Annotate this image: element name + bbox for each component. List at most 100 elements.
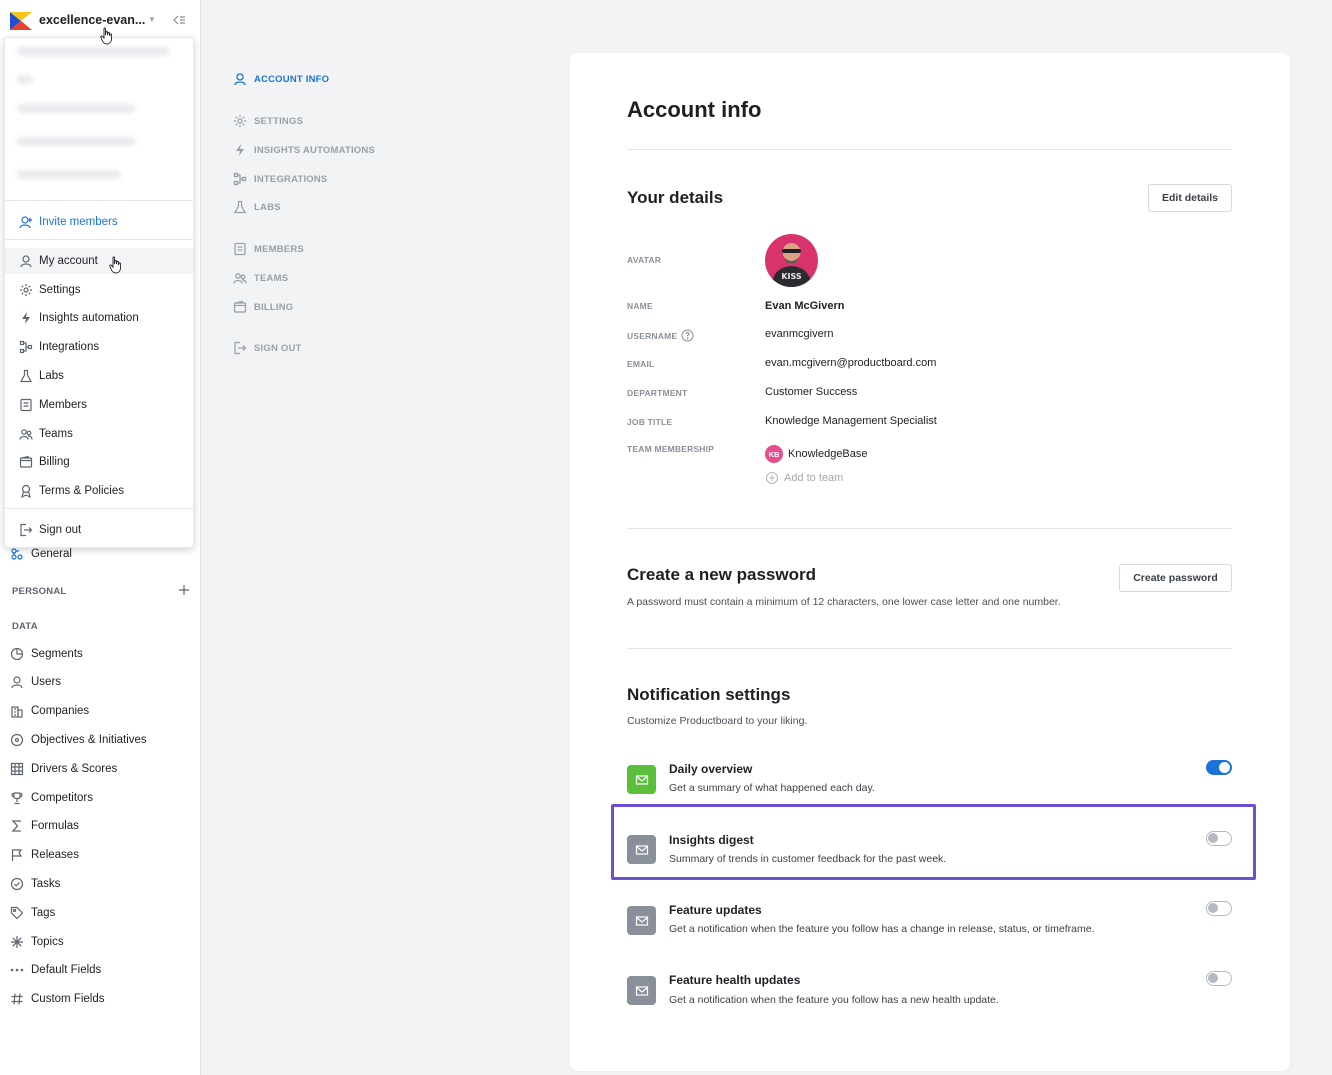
highlight-box xyxy=(611,804,1256,880)
collapse-sidebar-icon[interactable] xyxy=(172,13,186,27)
help-icon[interactable] xyxy=(681,329,694,342)
sidebar-item-label: Users xyxy=(31,676,62,688)
menu-divider xyxy=(5,508,193,509)
notification-description: Get a notification when the feature you … xyxy=(669,923,1095,935)
divider xyxy=(627,149,1232,150)
settings-nav-insights-automations[interactable]: INSIGHTS AUTOMATIONS xyxy=(233,142,375,158)
menu-item-members[interactable]: Members xyxy=(5,392,193,418)
add-personal-view-icon[interactable] xyxy=(178,584,190,596)
feature-updates-toggle[interactable] xyxy=(1206,901,1232,916)
sidebar-item-releases[interactable]: Releases xyxy=(10,844,79,866)
notification-title: Feature updates xyxy=(669,903,762,917)
sidebar-item-formulas[interactable]: Formulas xyxy=(10,815,79,837)
sidebar-item-label: Drivers & Scores xyxy=(31,763,118,775)
sidebar-item-companies[interactable]: Companies xyxy=(10,700,89,722)
add-circle-icon xyxy=(765,471,779,485)
settings-nav-label: SETTINGS xyxy=(254,115,304,127)
menu-item-settings[interactable]: Settings xyxy=(5,277,193,303)
workspace-name: excellence-evan... xyxy=(39,13,146,27)
sidebar-item-default-fields[interactable]: Default Fields xyxy=(10,959,101,981)
settings-nav-label: INSIGHTS AUTOMATIONS xyxy=(254,144,375,156)
team-name: KnowledgeBase xyxy=(788,448,868,460)
building-icon xyxy=(11,706,23,718)
add-user-icon xyxy=(19,216,32,229)
menu-item-integrations[interactable]: Integrations xyxy=(5,334,193,360)
sidebar-item-drivers[interactable]: Drivers & Scores xyxy=(10,758,117,780)
mail-icon xyxy=(627,906,656,935)
tag-icon xyxy=(10,906,24,920)
settings-nav-labs[interactable]: LABS xyxy=(233,199,281,215)
members-icon xyxy=(20,398,32,412)
sidebar-item-label: Topics xyxy=(31,936,64,948)
user-icon xyxy=(11,676,23,689)
sidebar-item-objectives[interactable]: Objectives & Initiatives xyxy=(10,729,147,751)
settings-nav-label: ACCOUNT INFO xyxy=(254,73,330,85)
settings-nav-account-info[interactable]: ACCOUNT INFO xyxy=(233,71,329,87)
create-password-heading: Create a new password xyxy=(627,565,816,584)
daily-overview-toggle[interactable] xyxy=(1206,760,1232,775)
sidebar-item-label: Default Fields xyxy=(31,964,102,976)
divider xyxy=(627,528,1232,529)
sidebar-item-users[interactable]: Users xyxy=(10,671,61,693)
sidebar-item-topics[interactable]: Topics xyxy=(10,931,64,953)
sidebar-item-tags[interactable]: Tags xyxy=(10,902,55,924)
username-label: USERNAME xyxy=(627,329,694,342)
menu-item-label: Sign out xyxy=(39,524,82,536)
avatar-shirt-text: KISS xyxy=(781,272,802,281)
settings-nav-label: TEAMS xyxy=(254,272,289,284)
target-icon xyxy=(10,733,24,747)
sidebar-item-label: Competitors xyxy=(31,792,93,804)
menu-item-label: Members xyxy=(39,399,87,411)
sidebar-item-custom-fields[interactable]: Custom Fields xyxy=(10,988,105,1010)
sidebar-item-competitors[interactable]: Competitors xyxy=(10,787,93,809)
avatar[interactable]: KISS xyxy=(765,234,818,287)
menu-item-sign-out[interactable]: Sign out xyxy=(5,517,193,543)
menu-item-billing[interactable]: Billing xyxy=(5,449,193,475)
invite-members-button[interactable]: Invite members xyxy=(5,209,193,235)
caret-down-icon: ▼ xyxy=(148,15,156,24)
menu-divider xyxy=(5,200,193,201)
feature-health-updates-toggle[interactable] xyxy=(1206,971,1232,986)
general-icon xyxy=(11,548,23,560)
teams-icon xyxy=(233,273,247,284)
settings-nav-sign-out[interactable]: SIGN OUT xyxy=(233,340,302,356)
menu-item-teams[interactable]: Teams xyxy=(5,421,193,447)
dots-icon xyxy=(10,968,24,972)
hash-icon xyxy=(11,993,23,1005)
lightning-icon xyxy=(22,312,30,324)
menu-item-labs[interactable]: Labs xyxy=(5,363,193,389)
sidebar-item-label: Formulas xyxy=(31,820,79,832)
add-to-team-button[interactable]: Add to team xyxy=(765,471,843,485)
settings-nav-teams[interactable]: TEAMS xyxy=(233,270,288,286)
grid-icon xyxy=(10,762,24,776)
hand-cursor-icon xyxy=(100,27,112,45)
settings-nav-billing[interactable]: BILLING xyxy=(233,299,293,315)
divider xyxy=(627,648,1232,649)
notification-title: Feature health updates xyxy=(669,973,801,987)
menu-item-my-account[interactable]: My account xyxy=(5,248,193,274)
job-title-label: JOB TITLE xyxy=(627,417,673,427)
sigma-icon xyxy=(11,820,21,832)
lightning-icon xyxy=(236,144,244,156)
settings-nav-label: SIGN OUT xyxy=(254,342,302,354)
mail-icon xyxy=(627,765,656,794)
notification-description: Get a notification when the feature you … xyxy=(669,994,999,1006)
avatar-label: AVATAR xyxy=(627,255,662,265)
notification-settings-description: Customize Productboard to your liking. xyxy=(627,715,808,727)
settings-nav-integrations[interactable]: INTEGRATIONS xyxy=(233,171,327,187)
create-password-button[interactable]: Create password xyxy=(1119,564,1232,592)
sign-out-icon xyxy=(234,341,247,355)
menu-item-insights-automation[interactable]: Insights automation xyxy=(5,305,193,331)
sidebar-item-segments[interactable]: Segments xyxy=(10,643,83,665)
settings-nav-settings[interactable]: SETTINGS xyxy=(233,113,303,129)
segments-icon xyxy=(10,647,24,661)
sidebar-item-tasks[interactable]: Tasks xyxy=(10,873,60,895)
user-icon xyxy=(20,255,32,268)
menu-item-label: Integrations xyxy=(39,341,100,353)
gear-icon xyxy=(234,115,246,127)
menu-item-terms-policies[interactable]: Terms & Policies xyxy=(5,478,193,504)
settings-nav-members[interactable]: MEMBERS xyxy=(233,241,304,257)
blurred-workspace-list xyxy=(5,38,193,200)
edit-details-button[interactable]: Edit details xyxy=(1148,184,1232,212)
page-title: Account info xyxy=(627,97,762,122)
